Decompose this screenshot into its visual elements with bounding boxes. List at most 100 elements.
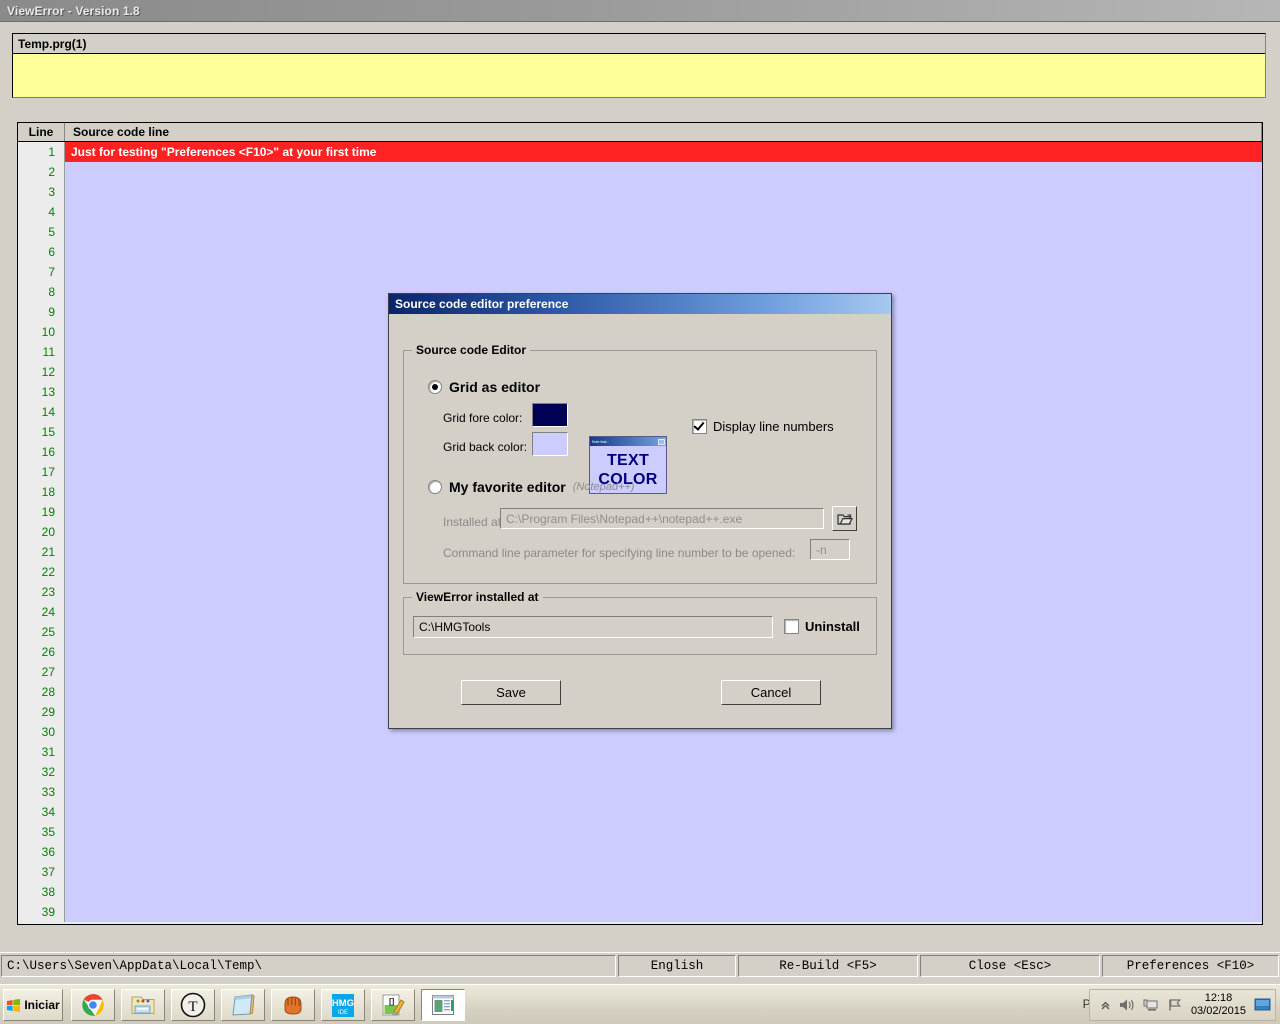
table-row[interactable]: 2 [18, 162, 1262, 182]
taskbar-item-glove[interactable] [271, 989, 315, 1021]
cell-line-number: 27 [18, 662, 65, 682]
installed-at-input[interactable]: C:\Program Files\Notepad++\notepad++.exe [500, 508, 824, 529]
table-row[interactable]: 5 [18, 222, 1262, 242]
table-row[interactable]: 38 [18, 882, 1262, 902]
cell-line-number: 19 [18, 502, 65, 522]
table-row[interactable]: 31 [18, 742, 1262, 762]
baseball-glove-icon [284, 996, 302, 1015]
color-preview-titlebar: Note that : [590, 437, 666, 446]
grid-as-editor-radio[interactable] [428, 380, 442, 394]
table-row[interactable]: 34 [18, 802, 1262, 822]
cell-line-number: 34 [18, 802, 65, 822]
cell-line-number: 21 [18, 542, 65, 562]
cell-source-code[interactable] [65, 782, 1262, 802]
table-row[interactable]: 4 [18, 202, 1262, 222]
action-center-flag-icon[interactable] [1167, 998, 1183, 1012]
display-line-numbers-checkbox[interactable] [692, 419, 707, 434]
grid-fore-color-swatch[interactable] [532, 403, 568, 427]
viewerror-install-legend: ViewError installed at [412, 590, 543, 604]
cell-line-number: 17 [18, 462, 65, 482]
uninstall-label: Uninstall [805, 619, 860, 634]
cell-source-code[interactable] [65, 182, 1262, 202]
show-hidden-icons-icon[interactable] [1100, 1000, 1111, 1011]
status-language-button[interactable]: English [618, 955, 736, 977]
cell-source-code[interactable] [65, 802, 1262, 822]
source-code-editor-legend: Source code Editor [412, 343, 531, 357]
table-row[interactable]: 3 [18, 182, 1262, 202]
taskbar-item-editor[interactable]: [] [371, 989, 415, 1021]
table-row[interactable]: 37 [18, 862, 1262, 882]
cell-line-number: 20 [18, 522, 65, 542]
save-button[interactable]: Save [461, 680, 561, 705]
cell-source-code[interactable] [65, 842, 1262, 862]
cancel-button[interactable]: Cancel [721, 680, 821, 705]
cell-source-code[interactable] [65, 242, 1262, 262]
status-preferences-button[interactable]: Preferences <F10> [1102, 955, 1279, 977]
status-rebuild-button[interactable]: Re-Build <F5> [738, 955, 918, 977]
table-row[interactable]: 1 Just for testing "Preferences <F10>" at… [18, 142, 1262, 162]
cell-source-code[interactable] [65, 822, 1262, 842]
cell-source-code[interactable] [65, 862, 1262, 882]
favorite-editor-option[interactable]: My favorite editor (Notepad++) [428, 479, 634, 495]
cell-source-code[interactable]: Just for testing "Preferences <F10>" at … [65, 142, 1262, 162]
display-line-numbers-label: Display line numbers [713, 419, 834, 434]
table-row[interactable]: 39 [18, 902, 1262, 922]
network-icon[interactable] [1143, 998, 1159, 1012]
cell-line-number: 32 [18, 762, 65, 782]
grid-back-color-swatch[interactable] [532, 432, 568, 456]
cell-line-number: 33 [18, 782, 65, 802]
favorite-editor-radio[interactable] [428, 480, 442, 494]
cell-line-number: 15 [18, 422, 65, 442]
start-button[interactable]: Iniciar [3, 989, 63, 1021]
show-desktop-icon[interactable] [1254, 998, 1271, 1012]
grid-header-source[interactable]: Source code line [65, 123, 1262, 141]
grid-header-line[interactable]: Line [18, 123, 65, 141]
viewerror-path-input[interactable]: C:\HMGTools [413, 616, 773, 638]
taskbar-item-viewerror[interactable] [421, 989, 465, 1021]
table-row[interactable]: 33 [18, 782, 1262, 802]
table-row[interactable]: 32 [18, 762, 1262, 782]
cell-line-number: 8 [18, 282, 65, 302]
source-code-editor-group: Source code Editor Grid as editor Grid f… [403, 343, 877, 584]
cell-line-number: 35 [18, 822, 65, 842]
cell-source-code[interactable] [65, 162, 1262, 182]
taskbar-item-hmg[interactable]: HMG IDE [321, 989, 365, 1021]
table-row[interactable]: 6 [18, 242, 1262, 262]
browse-installed-at-button[interactable] [832, 506, 857, 531]
taskbar-item-explorer[interactable] [121, 989, 165, 1021]
cell-source-code[interactable] [65, 202, 1262, 222]
hmg-ide-icon: HMG IDE [332, 993, 354, 1017]
cell-source-code[interactable] [65, 222, 1262, 242]
cell-line-number: 5 [18, 222, 65, 242]
cmdline-param-label: Command line parameter for specifying li… [443, 546, 796, 560]
window-title: ViewError - Version 1.8 [7, 4, 140, 18]
cell-line-number: 31 [18, 742, 65, 762]
cell-line-number: 1 [18, 142, 65, 162]
display-line-numbers-option[interactable]: Display line numbers [692, 419, 834, 434]
cell-source-code[interactable] [65, 742, 1262, 762]
volume-icon[interactable] [1119, 998, 1135, 1012]
grid-as-editor-option[interactable]: Grid as editor [428, 379, 540, 395]
grid-fore-color-label: Grid fore color: [443, 411, 523, 425]
editor-pencil-icon: [] [382, 994, 405, 1016]
uninstall-option[interactable]: Uninstall [784, 619, 860, 634]
table-row[interactable]: 35 [18, 822, 1262, 842]
cell-source-code[interactable] [65, 902, 1262, 922]
taskbar-item-chrome[interactable] [71, 989, 115, 1021]
cell-source-code[interactable] [65, 882, 1262, 902]
taskbar-item-notepad[interactable] [221, 989, 265, 1021]
grid-as-editor-label: Grid as editor [449, 379, 541, 395]
cmdline-param-input[interactable]: -n [810, 539, 850, 560]
cell-source-code[interactable] [65, 762, 1262, 782]
table-row[interactable]: 36 [18, 842, 1262, 862]
tray-clock[interactable]: 12:18 03/02/2015 [1191, 992, 1246, 1018]
uninstall-checkbox[interactable] [784, 619, 799, 634]
status-close-button[interactable]: Close <Esc> [920, 955, 1100, 977]
cell-source-code[interactable] [65, 262, 1262, 282]
installed-at-label: Installed at: [443, 515, 505, 529]
cell-line-number: 11 [18, 342, 65, 362]
cell-line-number: 10 [18, 322, 65, 342]
taskbar-item-t-app[interactable]: T [171, 989, 215, 1021]
cell-line-number: 14 [18, 402, 65, 422]
table-row[interactable]: 7 [18, 262, 1262, 282]
